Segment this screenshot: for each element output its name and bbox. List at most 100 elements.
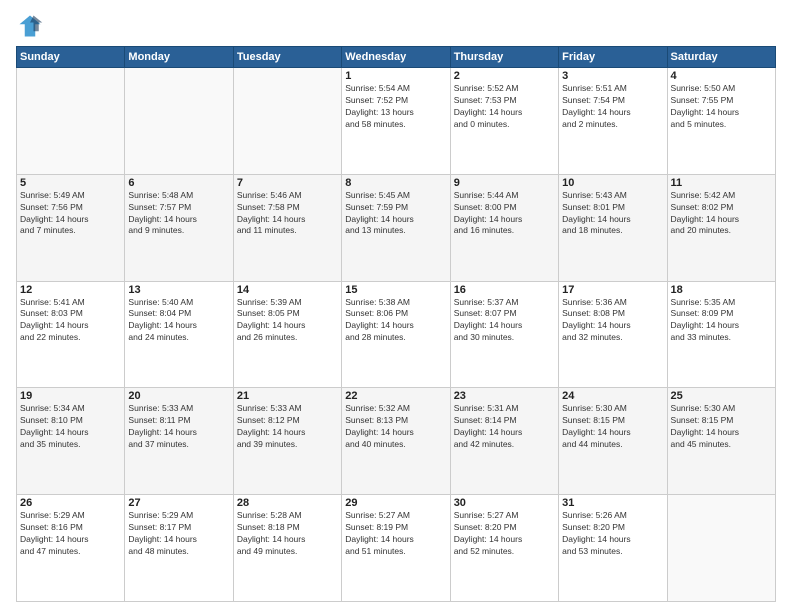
day-info: Sunrise: 5:36 AM Sunset: 8:08 PM Dayligh…: [562, 297, 663, 345]
day-info: Sunrise: 5:54 AM Sunset: 7:52 PM Dayligh…: [345, 83, 446, 131]
calendar-cell: 24Sunrise: 5:30 AM Sunset: 8:15 PM Dayli…: [559, 388, 667, 495]
logo-icon: [16, 12, 44, 40]
day-number: 18: [671, 284, 772, 296]
day-number: 28: [237, 497, 338, 509]
day-number: 22: [345, 390, 446, 402]
day-number: 9: [454, 177, 555, 189]
day-number: 31: [562, 497, 663, 509]
day-info: Sunrise: 5:29 AM Sunset: 8:16 PM Dayligh…: [20, 510, 121, 558]
day-info: Sunrise: 5:51 AM Sunset: 7:54 PM Dayligh…: [562, 83, 663, 131]
day-info: Sunrise: 5:27 AM Sunset: 8:19 PM Dayligh…: [345, 510, 446, 558]
calendar-table: SundayMondayTuesdayWednesdayThursdayFrid…: [16, 46, 776, 602]
day-info: Sunrise: 5:50 AM Sunset: 7:55 PM Dayligh…: [671, 83, 772, 131]
calendar-cell: 29Sunrise: 5:27 AM Sunset: 8:19 PM Dayli…: [342, 495, 450, 602]
calendar-cell: 1Sunrise: 5:54 AM Sunset: 7:52 PM Daylig…: [342, 68, 450, 175]
calendar-cell: 20Sunrise: 5:33 AM Sunset: 8:11 PM Dayli…: [125, 388, 233, 495]
header: [16, 12, 776, 40]
weekday-saturday: Saturday: [667, 47, 775, 68]
calendar-cell: [17, 68, 125, 175]
day-number: 13: [128, 284, 229, 296]
calendar-cell: 26Sunrise: 5:29 AM Sunset: 8:16 PM Dayli…: [17, 495, 125, 602]
day-number: 19: [20, 390, 121, 402]
day-info: Sunrise: 5:34 AM Sunset: 8:10 PM Dayligh…: [20, 403, 121, 451]
calendar-cell: 15Sunrise: 5:38 AM Sunset: 8:06 PM Dayli…: [342, 281, 450, 388]
day-number: 10: [562, 177, 663, 189]
calendar-cell: 28Sunrise: 5:28 AM Sunset: 8:18 PM Dayli…: [233, 495, 341, 602]
calendar-cell: 25Sunrise: 5:30 AM Sunset: 8:15 PM Dayli…: [667, 388, 775, 495]
day-number: 4: [671, 70, 772, 82]
day-number: 14: [237, 284, 338, 296]
calendar-cell: 14Sunrise: 5:39 AM Sunset: 8:05 PM Dayli…: [233, 281, 341, 388]
calendar-cell: 30Sunrise: 5:27 AM Sunset: 8:20 PM Dayli…: [450, 495, 558, 602]
day-number: 2: [454, 70, 555, 82]
day-number: 27: [128, 497, 229, 509]
day-number: 29: [345, 497, 446, 509]
day-info: Sunrise: 5:41 AM Sunset: 8:03 PM Dayligh…: [20, 297, 121, 345]
day-info: Sunrise: 5:39 AM Sunset: 8:05 PM Dayligh…: [237, 297, 338, 345]
page: SundayMondayTuesdayWednesdayThursdayFrid…: [0, 0, 792, 612]
calendar-cell: 13Sunrise: 5:40 AM Sunset: 8:04 PM Dayli…: [125, 281, 233, 388]
day-number: 30: [454, 497, 555, 509]
calendar-cell: 12Sunrise: 5:41 AM Sunset: 8:03 PM Dayli…: [17, 281, 125, 388]
day-info: Sunrise: 5:38 AM Sunset: 8:06 PM Dayligh…: [345, 297, 446, 345]
calendar-cell: 3Sunrise: 5:51 AM Sunset: 7:54 PM Daylig…: [559, 68, 667, 175]
day-number: 6: [128, 177, 229, 189]
day-info: Sunrise: 5:30 AM Sunset: 8:15 PM Dayligh…: [671, 403, 772, 451]
day-info: Sunrise: 5:45 AM Sunset: 7:59 PM Dayligh…: [345, 190, 446, 238]
day-info: Sunrise: 5:52 AM Sunset: 7:53 PM Dayligh…: [454, 83, 555, 131]
calendar-cell: 18Sunrise: 5:35 AM Sunset: 8:09 PM Dayli…: [667, 281, 775, 388]
day-info: Sunrise: 5:40 AM Sunset: 8:04 PM Dayligh…: [128, 297, 229, 345]
day-number: 23: [454, 390, 555, 402]
day-info: Sunrise: 5:29 AM Sunset: 8:17 PM Dayligh…: [128, 510, 229, 558]
weekday-tuesday: Tuesday: [233, 47, 341, 68]
day-info: Sunrise: 5:33 AM Sunset: 8:11 PM Dayligh…: [128, 403, 229, 451]
day-info: Sunrise: 5:27 AM Sunset: 8:20 PM Dayligh…: [454, 510, 555, 558]
day-info: Sunrise: 5:28 AM Sunset: 8:18 PM Dayligh…: [237, 510, 338, 558]
weekday-thursday: Thursday: [450, 47, 558, 68]
day-number: 11: [671, 177, 772, 189]
calendar-cell: [233, 68, 341, 175]
day-info: Sunrise: 5:26 AM Sunset: 8:20 PM Dayligh…: [562, 510, 663, 558]
day-info: Sunrise: 5:35 AM Sunset: 8:09 PM Dayligh…: [671, 297, 772, 345]
day-number: 21: [237, 390, 338, 402]
day-number: 24: [562, 390, 663, 402]
day-info: Sunrise: 5:31 AM Sunset: 8:14 PM Dayligh…: [454, 403, 555, 451]
calendar-cell: 11Sunrise: 5:42 AM Sunset: 8:02 PM Dayli…: [667, 174, 775, 281]
calendar-cell: 23Sunrise: 5:31 AM Sunset: 8:14 PM Dayli…: [450, 388, 558, 495]
calendar-cell: 22Sunrise: 5:32 AM Sunset: 8:13 PM Dayli…: [342, 388, 450, 495]
calendar-cell: [125, 68, 233, 175]
logo: [16, 12, 48, 40]
weekday-friday: Friday: [559, 47, 667, 68]
calendar-cell: 6Sunrise: 5:48 AM Sunset: 7:57 PM Daylig…: [125, 174, 233, 281]
day-number: 5: [20, 177, 121, 189]
calendar-cell: 5Sunrise: 5:49 AM Sunset: 7:56 PM Daylig…: [17, 174, 125, 281]
week-row-4: 19Sunrise: 5:34 AM Sunset: 8:10 PM Dayli…: [17, 388, 776, 495]
day-number: 16: [454, 284, 555, 296]
calendar-cell: 10Sunrise: 5:43 AM Sunset: 8:01 PM Dayli…: [559, 174, 667, 281]
day-info: Sunrise: 5:30 AM Sunset: 8:15 PM Dayligh…: [562, 403, 663, 451]
day-number: 20: [128, 390, 229, 402]
weekday-monday: Monday: [125, 47, 233, 68]
calendar-cell: 19Sunrise: 5:34 AM Sunset: 8:10 PM Dayli…: [17, 388, 125, 495]
day-info: Sunrise: 5:46 AM Sunset: 7:58 PM Dayligh…: [237, 190, 338, 238]
weekday-header-row: SundayMondayTuesdayWednesdayThursdayFrid…: [17, 47, 776, 68]
calendar-cell: 16Sunrise: 5:37 AM Sunset: 8:07 PM Dayli…: [450, 281, 558, 388]
day-number: 15: [345, 284, 446, 296]
day-number: 7: [237, 177, 338, 189]
day-number: 12: [20, 284, 121, 296]
week-row-1: 1Sunrise: 5:54 AM Sunset: 7:52 PM Daylig…: [17, 68, 776, 175]
day-info: Sunrise: 5:32 AM Sunset: 8:13 PM Dayligh…: [345, 403, 446, 451]
calendar-cell: [667, 495, 775, 602]
day-number: 1: [345, 70, 446, 82]
day-number: 25: [671, 390, 772, 402]
day-info: Sunrise: 5:44 AM Sunset: 8:00 PM Dayligh…: [454, 190, 555, 238]
calendar-cell: 31Sunrise: 5:26 AM Sunset: 8:20 PM Dayli…: [559, 495, 667, 602]
calendar-cell: 21Sunrise: 5:33 AM Sunset: 8:12 PM Dayli…: [233, 388, 341, 495]
week-row-3: 12Sunrise: 5:41 AM Sunset: 8:03 PM Dayli…: [17, 281, 776, 388]
day-info: Sunrise: 5:43 AM Sunset: 8:01 PM Dayligh…: [562, 190, 663, 238]
day-info: Sunrise: 5:49 AM Sunset: 7:56 PM Dayligh…: [20, 190, 121, 238]
weekday-sunday: Sunday: [17, 47, 125, 68]
day-number: 26: [20, 497, 121, 509]
day-info: Sunrise: 5:42 AM Sunset: 8:02 PM Dayligh…: [671, 190, 772, 238]
day-number: 8: [345, 177, 446, 189]
